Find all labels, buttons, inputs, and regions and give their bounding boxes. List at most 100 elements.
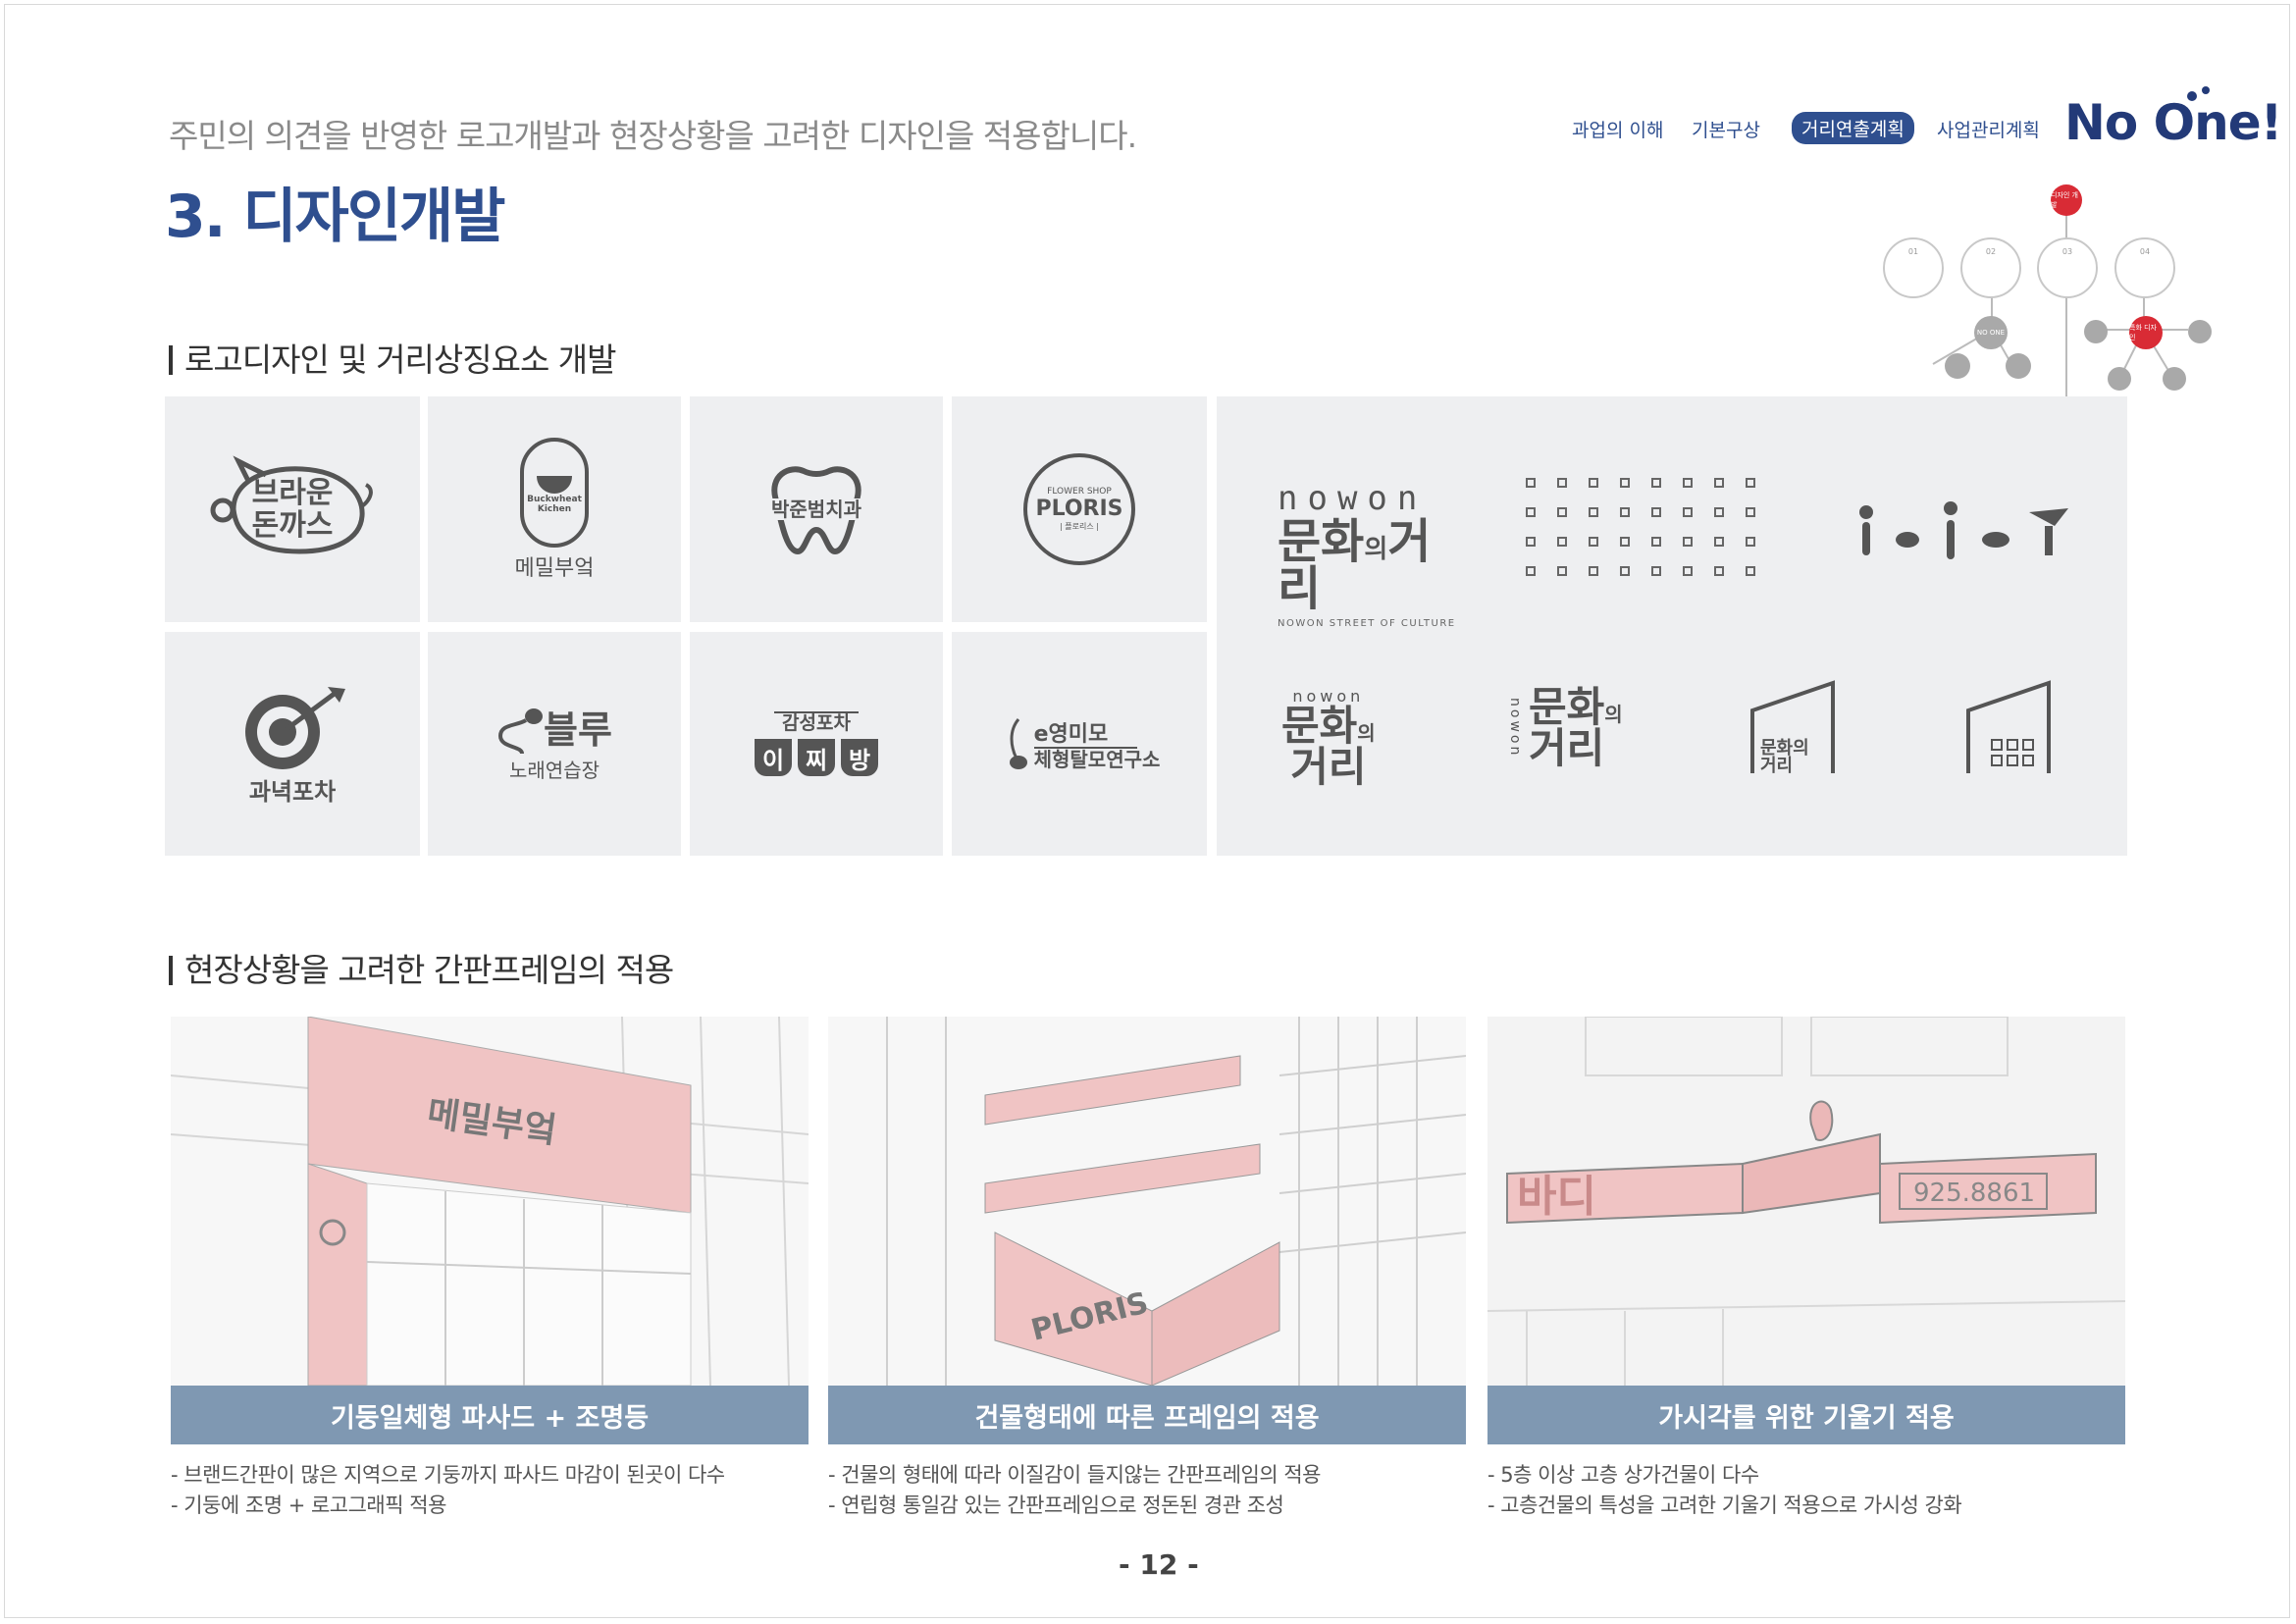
nav-item-management-plan[interactable]: 사업관리계획 — [1937, 116, 2040, 142]
memil-badge-text: Buckwheat Kichen — [527, 495, 582, 514]
description-line: - 5층 이상 고층 상가건물이 다수 — [1487, 1463, 1759, 1487]
logo-target-text: 과녁포차 — [248, 777, 337, 806]
street-logo-caption: NOWON STREET OF CULTURE — [1278, 618, 1456, 629]
tilted-sign-illustration: 바디 925.8861 — [1487, 1017, 2125, 1386]
nav-item-understanding[interactable]: 과업의 이해 — [1572, 116, 1663, 142]
street-logo-name: 문화의거리 — [1278, 518, 1474, 612]
blue-row: 블루 — [496, 707, 612, 756]
emimo-row: e영미모 체형탈모연구소 — [999, 717, 1161, 771]
process-sub-node — [2006, 353, 2031, 379]
description-line: - 고층건물의 특성을 고려한 기울기 적용으로 가시성 강화 — [1487, 1493, 1962, 1517]
street-logo-panel: nowon 문화의거리 NOWON STREET OF CULTURE nowo… — [1217, 396, 2127, 856]
logo-blue-noraebang: 블루 노래연습장 — [428, 632, 681, 856]
process-top-node: 디자인 개발 — [2051, 184, 2082, 216]
description-line: - 브랜드간판이 많은 지역으로 기둥까지 파사드 마감이 된곳이 다수 — [171, 1463, 725, 1487]
street-logo-main: nowon 문화의거리 NOWON STREET OF CULTURE — [1278, 479, 1474, 629]
bowl-badge: Buckwheat Kichen — [520, 437, 589, 548]
process-step-04: 04 — [2114, 237, 2175, 298]
variant-name-end: 거리 — [1290, 743, 1367, 791]
section-heading-logo-text: 로고디자인 및 거리상징요소 개발 — [184, 341, 617, 379]
description-line: - 건물의 형태에 따라 이질감이 들지않는 간판프레임의 적용 — [828, 1463, 1321, 1487]
description-line: - 연립형 통일감 있는 간판프레임으로 정돈된 경관 조성 — [828, 1493, 1284, 1517]
process-red-node: 특화 디자인 — [2129, 316, 2163, 349]
process-step-03: 03 — [2037, 237, 2098, 298]
variant2-nowon: nowon — [1507, 698, 1523, 759]
variant-name-1: 문화의 — [1281, 706, 1376, 747]
logo-blue-text: 블루 — [544, 708, 612, 753]
variant2-name-end: 거리 — [1529, 724, 1605, 772]
process-sub-node — [1945, 353, 1970, 379]
pocha-top: 감성포차 — [774, 710, 859, 734]
heading-bar — [169, 956, 173, 985]
brand-dots-icon — [2187, 86, 2210, 101]
photo-caption: 가시각를 위한 기울기 적용 — [1487, 1386, 2125, 1444]
process-step-01: 01 — [1883, 237, 1944, 298]
section-heading-frame-text: 현장상황을 고려한 간판프레임의 적용 — [184, 951, 674, 989]
heading-bar — [169, 345, 173, 375]
street-logo-variant-vertical: nowon 문화의 거리 — [1281, 687, 1376, 788]
page-subtitle: 주민의 의견을 반영한 로고개발과 현장상황을 고려한 디자인을 적용합니다. — [169, 117, 1137, 155]
variant2-name-1: 문화의 — [1529, 687, 1623, 728]
variant2-name-mid: 의 — [1604, 703, 1623, 726]
logo-target-pocha: 과녁포차 — [165, 632, 420, 856]
page-title: 3. 디자인개발 — [165, 183, 505, 251]
nowon-pattern — [1526, 478, 1755, 576]
process-sub-node — [2163, 367, 2186, 391]
photo-card-pillar-facade: 메밀부엌 기둥일체형 파사드 + 조명등 — [171, 1017, 809, 1444]
ploris-name: PLORIS — [1035, 497, 1123, 521]
process-sub-node — [2188, 320, 2212, 343]
nav-item-street-plan[interactable]: 거리연출계획 — [1792, 112, 1914, 144]
photo-card-building-frame: PLORIS 건물형태에 따른 프레임의 적용 — [828, 1017, 1466, 1444]
ploris-small: FLOWER SHOP — [1047, 487, 1112, 497]
process-sub-node — [2108, 367, 2131, 391]
pocha-char: 방 — [841, 739, 878, 777]
street-logo-variant-side: nowon 문화의 거리 — [1507, 687, 1623, 769]
card-description: - 5층 이상 고층 상가건물이 다수 - 고층건물의 특성을 고려한 기울기 … — [1487, 1460, 1962, 1521]
logo-brown-text: 브라운 돈까스 — [251, 476, 334, 543]
logo-dental: 박준범치과 — [690, 396, 943, 622]
building-frame-illustration: PLORIS — [828, 1017, 1466, 1387]
photo-card-tilted-sign: 바디 925.8861 가시각를 위한 기울기 적용 — [1487, 1017, 2125, 1444]
page-number: - 12 - — [1119, 1548, 1199, 1581]
pocha-chars: 이 찌 방 — [755, 739, 878, 777]
process-mid-node: NO ONE — [1974, 316, 2008, 349]
logo-brown-donkatsu: 브라운 돈까스 — [165, 396, 420, 622]
hair-icon — [1009, 718, 1027, 769]
svg-text:거리: 거리 — [1760, 756, 1793, 776]
character-figures — [1859, 501, 2068, 559]
microphone-icon — [498, 708, 544, 755]
pocha-char: 이 — [755, 739, 792, 777]
ploris-badge: FLOWER SHOP PLORIS | 플로리스 | — [1023, 453, 1135, 565]
emimo-sub: 체형탈모연구소 — [1033, 748, 1161, 771]
building-outline-icon: 문화의 거리 — [1750, 680, 1835, 776]
photo-caption: 기둥일체형 파사드 + 조명등 — [171, 1386, 809, 1444]
logo-dental-text: 박준범치과 — [767, 498, 865, 520]
tilted-sign-phone: 925.8861 — [1913, 1179, 2035, 1208]
street-logo-name-mid: 의 — [1364, 535, 1388, 564]
nav-item-basic-concept[interactable]: 기본구상 — [1692, 116, 1760, 142]
pocha-char: 찌 — [798, 739, 835, 777]
emimo-top: e영미모 — [1033, 722, 1138, 749]
variant-name-mid: 의 — [1357, 721, 1376, 745]
logo-gamsung-pocha: 감성포차 이 찌 방 — [690, 632, 943, 856]
logo-ploris: FLOWER SHOP PLORIS | 플로리스 | — [952, 396, 1207, 622]
photo-caption: 건물형태에 따른 프레임의 적용 — [828, 1386, 1466, 1444]
card-description: - 브랜드간판이 많은 지역으로 기둥까지 파사드 마감이 된곳이 다수 - 기… — [171, 1460, 725, 1521]
logo-memil-text: 메밀부엌 — [514, 555, 595, 581]
card-description: - 건물의 형태에 따라 이질감이 들지않는 간판프레임의 적용 - 연립형 통… — [828, 1460, 1321, 1521]
ploris-sub: | 플로리스 | — [1060, 522, 1099, 531]
street-logo-nowon: nowon — [1278, 479, 1428, 518]
logo-memil: Buckwheat Kichen 메밀부엌 — [428, 396, 681, 622]
tilted-sign-text: 바디 — [1517, 1172, 1596, 1222]
facade-illustration: 메밀부엌 — [171, 1017, 809, 1387]
variant2-text: 문화의 거리 — [1529, 687, 1623, 769]
brand-logo: No One! — [2064, 94, 2282, 151]
bowl-icon — [537, 476, 572, 495]
target-icon — [245, 686, 345, 769]
building-outline-icon — [1966, 680, 2051, 773]
process-step-02: 02 — [1960, 237, 2021, 298]
logo-blue-sub: 노래연습장 — [509, 759, 600, 782]
section-heading-frame: 현장상황을 고려한 간판프레임의 적용 — [169, 944, 674, 991]
description-line: - 기둥에 조명 + 로고그래픽 적용 — [171, 1493, 446, 1517]
logo-emimo: e영미모 체형탈모연구소 — [952, 632, 1207, 856]
